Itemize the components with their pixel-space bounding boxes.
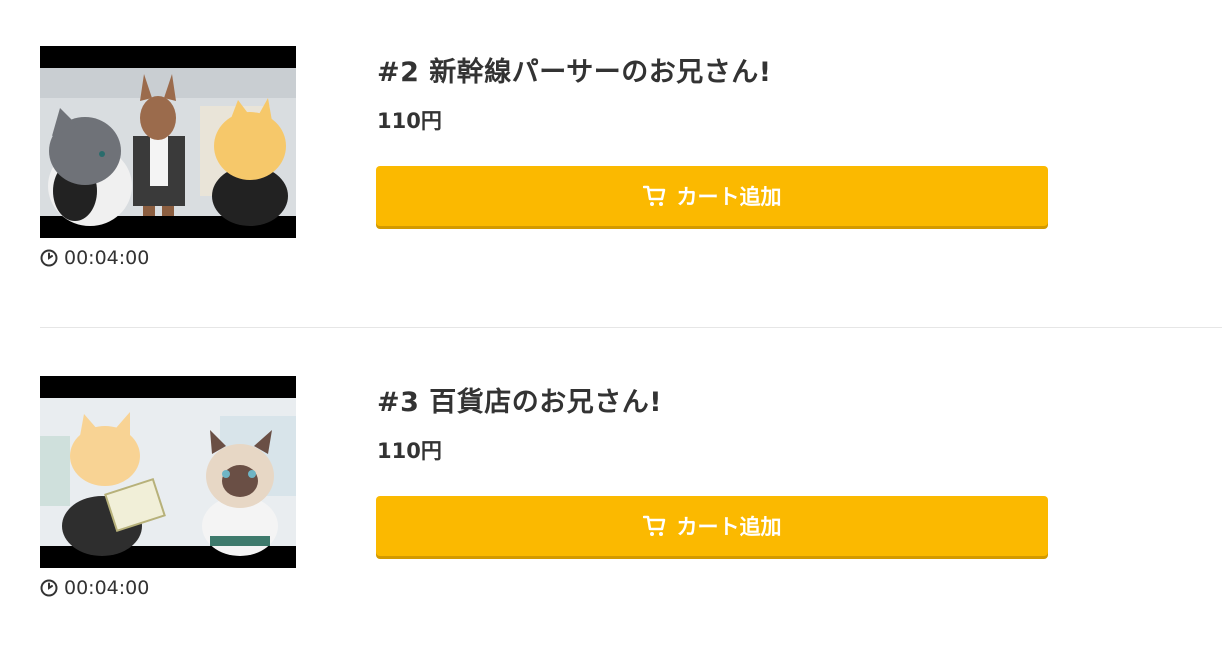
cart-icon [642,515,665,536]
cart-icon [642,185,665,206]
episode-item: 00:04:00 #3 百貨店のお兄さん! 110円 カート追加 [0,330,1222,630]
episode-title: #2 新幹線パーサーのお兄さん! [377,57,772,88]
divider [40,327,1222,328]
add-to-cart-button[interactable]: カート追加 [376,496,1048,556]
add-to-cart-label: カート追加 [676,185,782,209]
episode-title: #3 百貨店のお兄さん! [377,387,663,418]
duration-text: 00:04:00 [64,247,150,269]
episode-duration: 00:04:00 [40,247,149,269]
episode-price: 110円 [377,439,442,463]
episode-duration: 00:04:00 [40,577,149,599]
episode-price: 110円 [377,109,442,133]
episode-thumbnail[interactable] [40,376,296,568]
episode-item: 00:04:00 #2 新幹線パーサーのお兄さん! 110円 カート追加 [0,0,1222,300]
clock-icon [40,579,58,597]
duration-text: 00:04:00 [64,577,150,599]
add-to-cart-label: カート追加 [676,515,782,539]
add-to-cart-button[interactable]: カート追加 [376,166,1048,226]
episode-thumbnail[interactable] [40,46,296,238]
clock-icon [40,249,58,267]
